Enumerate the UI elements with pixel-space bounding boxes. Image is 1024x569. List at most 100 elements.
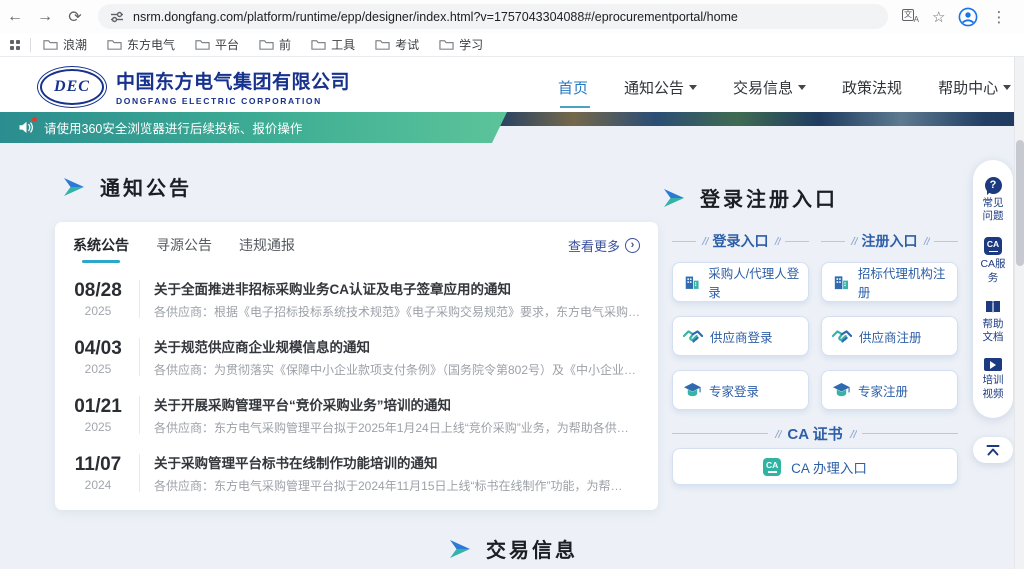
item-year: 2024 <box>65 478 131 492</box>
bookmark-folder[interactable]: 浪潮 <box>43 36 87 53</box>
speaker-icon <box>18 120 35 135</box>
book-icon <box>984 299 1002 315</box>
back-icon[interactable]: ← <box>0 8 30 26</box>
expert-register-button[interactable]: 专家注册 <box>821 370 958 410</box>
view-more-link[interactable]: 查看更多 › <box>568 236 640 255</box>
bookmark-star-icon[interactable]: ☆ <box>932 8 945 26</box>
company-logo[interactable]: DEC 中国东方电气集团有限公司 DONGFANG ELECTRIC CORPO… <box>40 67 350 106</box>
browser-actions: 文 A ☆ ⋮ <box>902 7 1006 27</box>
list-item[interactable]: 01/21 2025 关于开展采购管理平台“竞价采购业务”培训的通知 各供应商：… <box>65 386 644 444</box>
collapse-up-icon <box>985 444 1001 457</box>
list-item[interactable]: 04/03 2025 关于规范供应商企业规模信息的通知 各供应商：为贯彻落实《保… <box>65 328 644 386</box>
ca-apply-entry-button[interactable]: CA CA 办理入口 <box>672 448 958 485</box>
buildings-icon <box>683 273 701 292</box>
folder-icon <box>375 38 390 51</box>
handshake-icon <box>683 328 703 344</box>
item-date: 04/03 <box>65 338 131 360</box>
browser-menu-icon[interactable]: ⋮ <box>991 8 1006 26</box>
bookmark-folder[interactable]: 学习 <box>439 36 483 53</box>
notification-dot <box>32 117 37 122</box>
tab-violation-reports[interactable]: 违规通报 <box>239 222 295 268</box>
divider <box>139 280 140 318</box>
announcements-heading: 通知公告 <box>62 172 192 201</box>
buildings-icon <box>832 273 851 292</box>
supplier-login-button[interactable]: 供应商登录 <box>672 316 809 356</box>
ca-service-button[interactable]: CA CA服务 <box>980 237 1006 285</box>
section-title: 通知公告 <box>100 172 192 201</box>
login-register-heading: 登录注册入口 <box>662 183 838 212</box>
item-date: 11/07 <box>65 454 131 476</box>
item-date: 01/21 <box>65 396 131 418</box>
faq-button[interactable]: ? 常见问题 <box>980 177 1006 224</box>
site-settings-icon[interactable] <box>110 10 124 24</box>
bookmarks-bar: 浪潮 东方电气 平台 前 工具 考试 学习 <box>0 33 1024 57</box>
collapse-toolbar-button[interactable] <box>973 437 1013 463</box>
nav-help-center[interactable]: 帮助中心 <box>938 77 1011 98</box>
translate-icon[interactable]: 文 A <box>902 9 919 24</box>
login-column-headers: 登录入口 注册入口 <box>672 231 958 251</box>
folder-icon <box>311 38 326 51</box>
item-desc: 各供应商：根据《电子招标投标系统技术规范》《电子采购交易规范》要求，东方电气采购… <box>154 303 644 320</box>
list-item[interactable]: 11/07 2024 关于采购管理平台标书在线制作功能培训的通知 各供应商：东方… <box>65 444 644 502</box>
training-videos-button[interactable]: 培训视频 <box>980 358 1006 401</box>
divider <box>139 396 140 434</box>
profile-avatar-icon[interactable] <box>958 7 978 27</box>
item-desc: 各供应商：东方电气采购管理平台拟于2024年11月15日上线“标书在线制作”功能… <box>154 477 644 494</box>
chevron-right-circle-icon: › <box>625 238 640 253</box>
supplier-register-button[interactable]: 供应商注册 <box>821 316 958 356</box>
divider <box>30 38 31 52</box>
section-arrow-icon <box>62 177 86 197</box>
help-docs-button[interactable]: 帮助文档 <box>980 299 1006 345</box>
caret-down-icon <box>1003 85 1011 94</box>
item-desc: 各供应商：为贯彻落实《保障中小企业款项支付条例》（国务院令第802号）及《中小企… <box>154 361 644 378</box>
nav-trade-info[interactable]: 交易信息 <box>733 77 806 98</box>
bookmark-folder[interactable]: 工具 <box>311 36 355 53</box>
item-title: 关于开展采购管理平台“竞价采购业务”培训的通知 <box>154 394 644 414</box>
folder-icon <box>107 38 122 51</box>
bookmark-folder[interactable]: 平台 <box>195 36 239 53</box>
handshake-icon <box>832 328 852 344</box>
folder-icon <box>195 38 210 51</box>
url-bar[interactable]: nsrm.dongfang.com/platform/runtime/epp/d… <box>98 4 888 29</box>
login-entry-header: 登录入口 <box>672 231 809 251</box>
item-date: 08/28 <box>65 280 131 302</box>
notice-text: 请使用360安全浏览器进行后续投标、报价操作 <box>44 118 302 137</box>
item-desc: 各供应商：东方电气采购管理平台拟于2025年1月24日上线“竞价采购”业务，为帮… <box>154 419 644 436</box>
item-title: 关于全面推进非招标采购业务CA认证及电子签章应用的通知 <box>154 278 644 298</box>
reload-icon[interactable]: ⟳ <box>60 7 90 27</box>
bidding-agency-register-button[interactable]: 招标代理机构注册 <box>821 262 958 302</box>
expert-login-button[interactable]: 专家登录 <box>672 370 809 410</box>
announcement-tabs: 系统公告 寻源公告 违规通报 查看更多 › <box>55 222 658 268</box>
bookmark-folder[interactable]: 前 <box>259 36 291 53</box>
ca-card-icon: CA <box>984 237 1002 255</box>
forward-icon[interactable]: → <box>30 8 60 26</box>
register-entry-header: 注册入口 <box>821 231 958 251</box>
nav-policies[interactable]: 政策法规 <box>842 77 902 98</box>
entry-button-grid: 采购人/代理人登录 招标代理机构注册 供应商登录 供应商注册 专家登录 <box>672 262 958 410</box>
tab-sourcing-announcements[interactable]: 寻源公告 <box>156 222 212 268</box>
trade-info-heading: 交易信息 <box>448 534 578 563</box>
bookmark-folder[interactable]: 东方电气 <box>107 36 175 53</box>
caret-down-icon <box>798 85 806 94</box>
section-title: 交易信息 <box>486 534 578 563</box>
graduation-cap-icon <box>683 382 702 399</box>
nav-announcements[interactable]: 通知公告 <box>624 77 697 98</box>
dec-logo-icon: DEC <box>40 69 104 105</box>
ca-certificate-header: CA 证书 <box>672 423 958 444</box>
purchaser-agent-login-button[interactable]: 采购人/代理人登录 <box>672 262 809 302</box>
bookmark-folder[interactable]: 考试 <box>375 36 419 53</box>
ca-badge-icon: CA <box>763 458 781 476</box>
apps-grid-icon[interactable] <box>10 40 20 50</box>
floating-side-toolbar: ? 常见问题 CA CA服务 帮助文档 培训视频 <box>973 160 1013 418</box>
tab-system-announcements[interactable]: 系统公告 <box>73 222 129 268</box>
divider <box>139 454 140 492</box>
section-title: 登录注册入口 <box>700 183 838 212</box>
browser-toolbar: ← → ⟳ nsrm.dongfang.com/platform/runtime… <box>0 0 1024 33</box>
nav-home[interactable]: 首页 <box>558 77 588 98</box>
page-scrollbar[interactable] <box>1014 57 1024 569</box>
url-text[interactable]: nsrm.dongfang.com/platform/runtime/epp/d… <box>133 10 738 24</box>
list-item[interactable]: 08/28 2025 关于全面推进非招标采购业务CA认证及电子签章应用的通知 各… <box>65 270 644 328</box>
section-arrow-icon <box>662 188 686 208</box>
scrollbar-thumb[interactable] <box>1016 140 1024 266</box>
section-arrow-icon <box>448 539 472 559</box>
